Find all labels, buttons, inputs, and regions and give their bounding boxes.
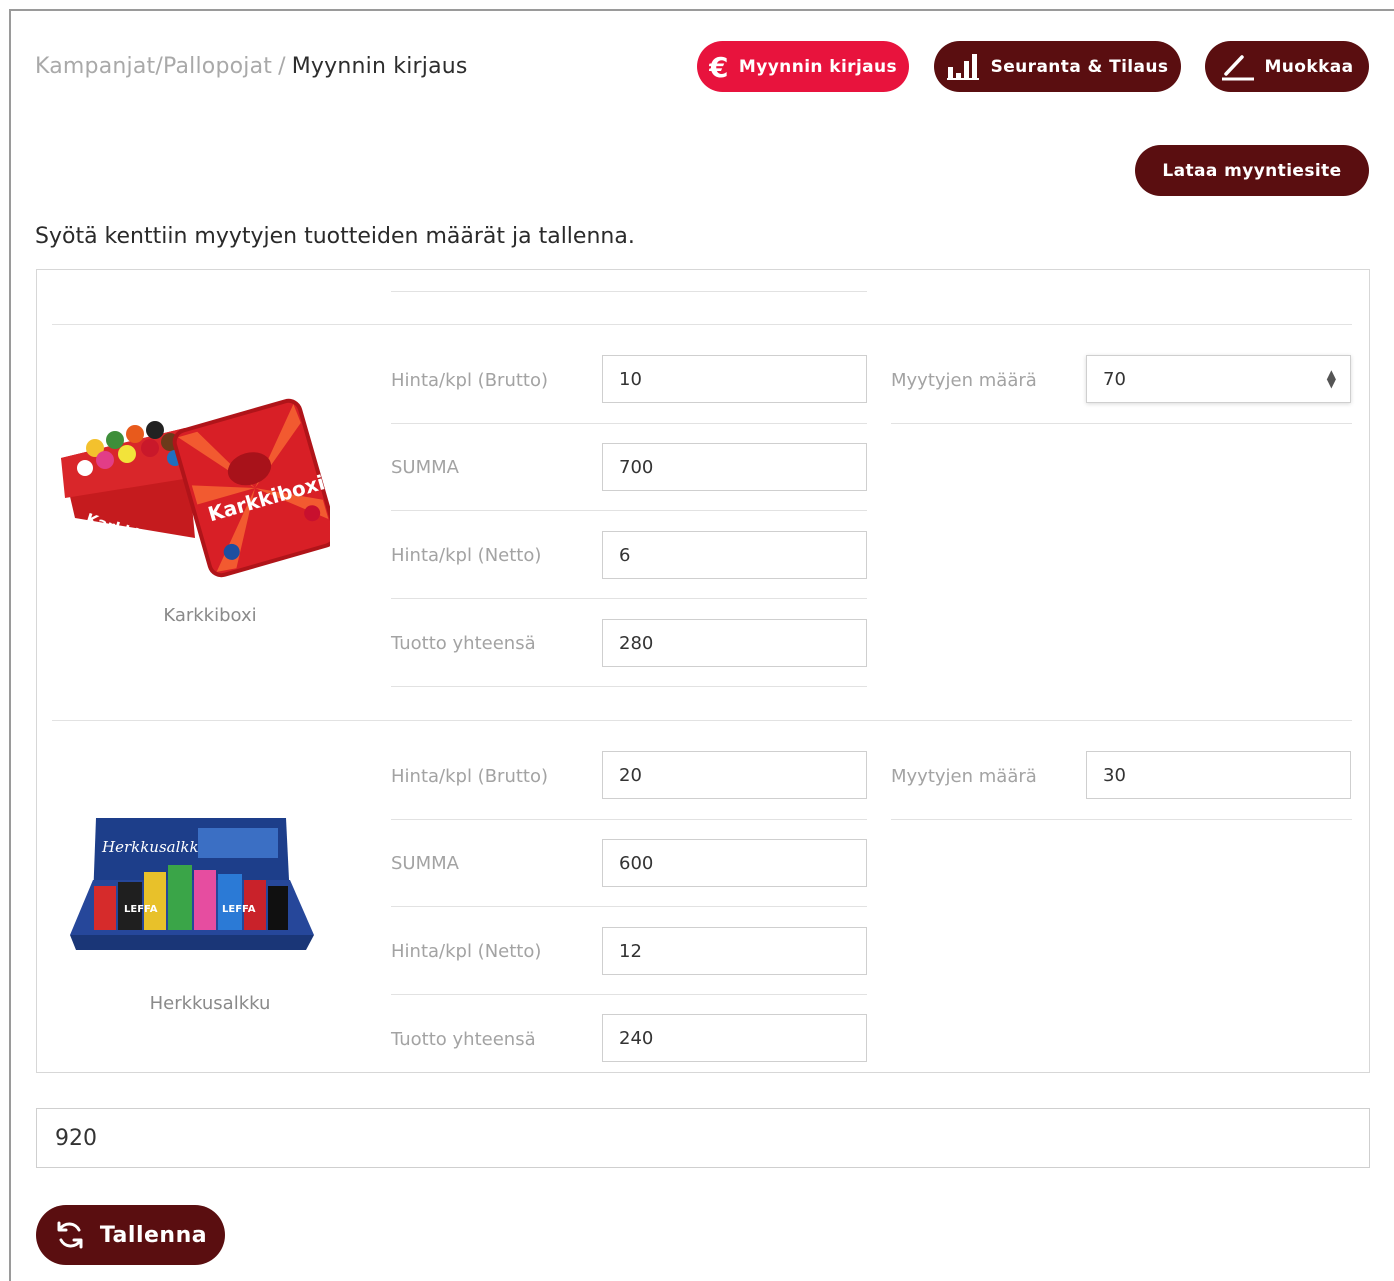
sales-entry-label: Myynnin kirjaus [738, 56, 898, 77]
divider [391, 423, 867, 424]
svg-text:LEFFA: LEFFA [124, 904, 158, 915]
price-net-label: Hinta/kpl (Netto) [391, 941, 542, 962]
edit-button[interactable]: Muokkaa [1205, 41, 1369, 92]
divider [52, 324, 1352, 325]
refresh-icon [57, 1221, 83, 1249]
save-button[interactable]: Tallenna [36, 1205, 225, 1265]
sold-quantity-input[interactable]: 70 ▲ ▼ [1086, 355, 1351, 403]
divider [391, 291, 867, 292]
price-net-field[interactable]: 12 [602, 927, 867, 975]
bar-chart-icon [946, 53, 979, 80]
price-gross-field[interactable]: 10 [602, 355, 867, 403]
download-brochure-label: Lataa myyntiesite [1162, 160, 1342, 181]
svg-text:€: € [709, 53, 729, 81]
divider [391, 994, 867, 995]
sold-quantity-label: Myytyjen määrä [891, 766, 1037, 787]
divider [391, 686, 867, 687]
divider [391, 598, 867, 599]
breadcrumb-current: Myynnin kirjaus [291, 54, 468, 79]
euro-icon: € [709, 53, 729, 81]
sum-label: SUMMA [391, 457, 459, 478]
price-gross-field[interactable]: 20 [602, 751, 867, 799]
edit-label: Muokkaa [1264, 56, 1354, 77]
sum-label: SUMMA [391, 853, 459, 874]
sum-field[interactable]: 700 [602, 443, 867, 491]
breadcrumb-separator: / [155, 54, 163, 79]
price-gross-label: Hinta/kpl (Brutto) [391, 766, 548, 787]
divider [891, 423, 1352, 424]
sold-quantity-input[interactable]: 30 [1086, 751, 1351, 799]
breadcrumb-team-link[interactable]: Pallopojat [163, 54, 272, 79]
save-label: Tallenna [99, 1222, 208, 1248]
product-image-label: Herkkusalkku [101, 838, 208, 856]
price-net-field[interactable]: 6 [602, 531, 867, 579]
divider [891, 819, 1352, 820]
instructions-text: Syötä kenttiin myytyjen tuotteiden määrä… [35, 224, 635, 249]
product-name: Herkkusalkku [149, 993, 271, 1014]
total-profit-field[interactable]: 920 [36, 1108, 1370, 1168]
divider [391, 906, 867, 907]
price-gross-label: Hinta/kpl (Brutto) [391, 370, 548, 391]
product-image-karkkiboxi: Karkkiboxi Karkkiboxi [55, 398, 338, 582]
profit-total-field[interactable]: 240 [602, 1014, 867, 1062]
price-net-label: Hinta/kpl (Netto) [391, 545, 542, 566]
divider [391, 510, 867, 511]
svg-text:LEFFA: LEFFA [222, 904, 256, 915]
breadcrumb-campaigns-link[interactable]: Kampanjat [35, 54, 155, 79]
product-image-herkkusalkku: Herkkusalkku LEFFA LEFFA [68, 810, 318, 959]
spinner-arrows-icon[interactable]: ▲ ▼ [1327, 368, 1336, 389]
sold-quantity-value: 30 [1103, 764, 1126, 786]
tracking-order-label: Seuranta & Tilaus [990, 56, 1169, 77]
sold-quantity-label: Myytyjen määrä [891, 370, 1037, 391]
divider [391, 819, 867, 820]
product-name: Karkkiboxi [163, 605, 257, 626]
profit-total-field[interactable]: 280 [602, 619, 867, 667]
breadcrumb-separator: / [278, 54, 286, 79]
download-brochure-button[interactable]: Lataa myyntiesite [1135, 145, 1369, 196]
sales-entry-button[interactable]: € Myynnin kirjaus [697, 41, 909, 92]
pencil-icon [1222, 54, 1255, 80]
tracking-order-button[interactable]: Seuranta & Tilaus [934, 41, 1181, 92]
profit-total-label: Tuotto yhteensä [391, 1029, 536, 1050]
profit-total-label: Tuotto yhteensä [391, 633, 536, 654]
divider [52, 720, 1352, 721]
sold-quantity-value: 70 [1103, 368, 1126, 390]
sum-field[interactable]: 600 [602, 839, 867, 887]
breadcrumb: Kampanjat/Pallopojat / Myynnin kirjaus [35, 54, 468, 79]
